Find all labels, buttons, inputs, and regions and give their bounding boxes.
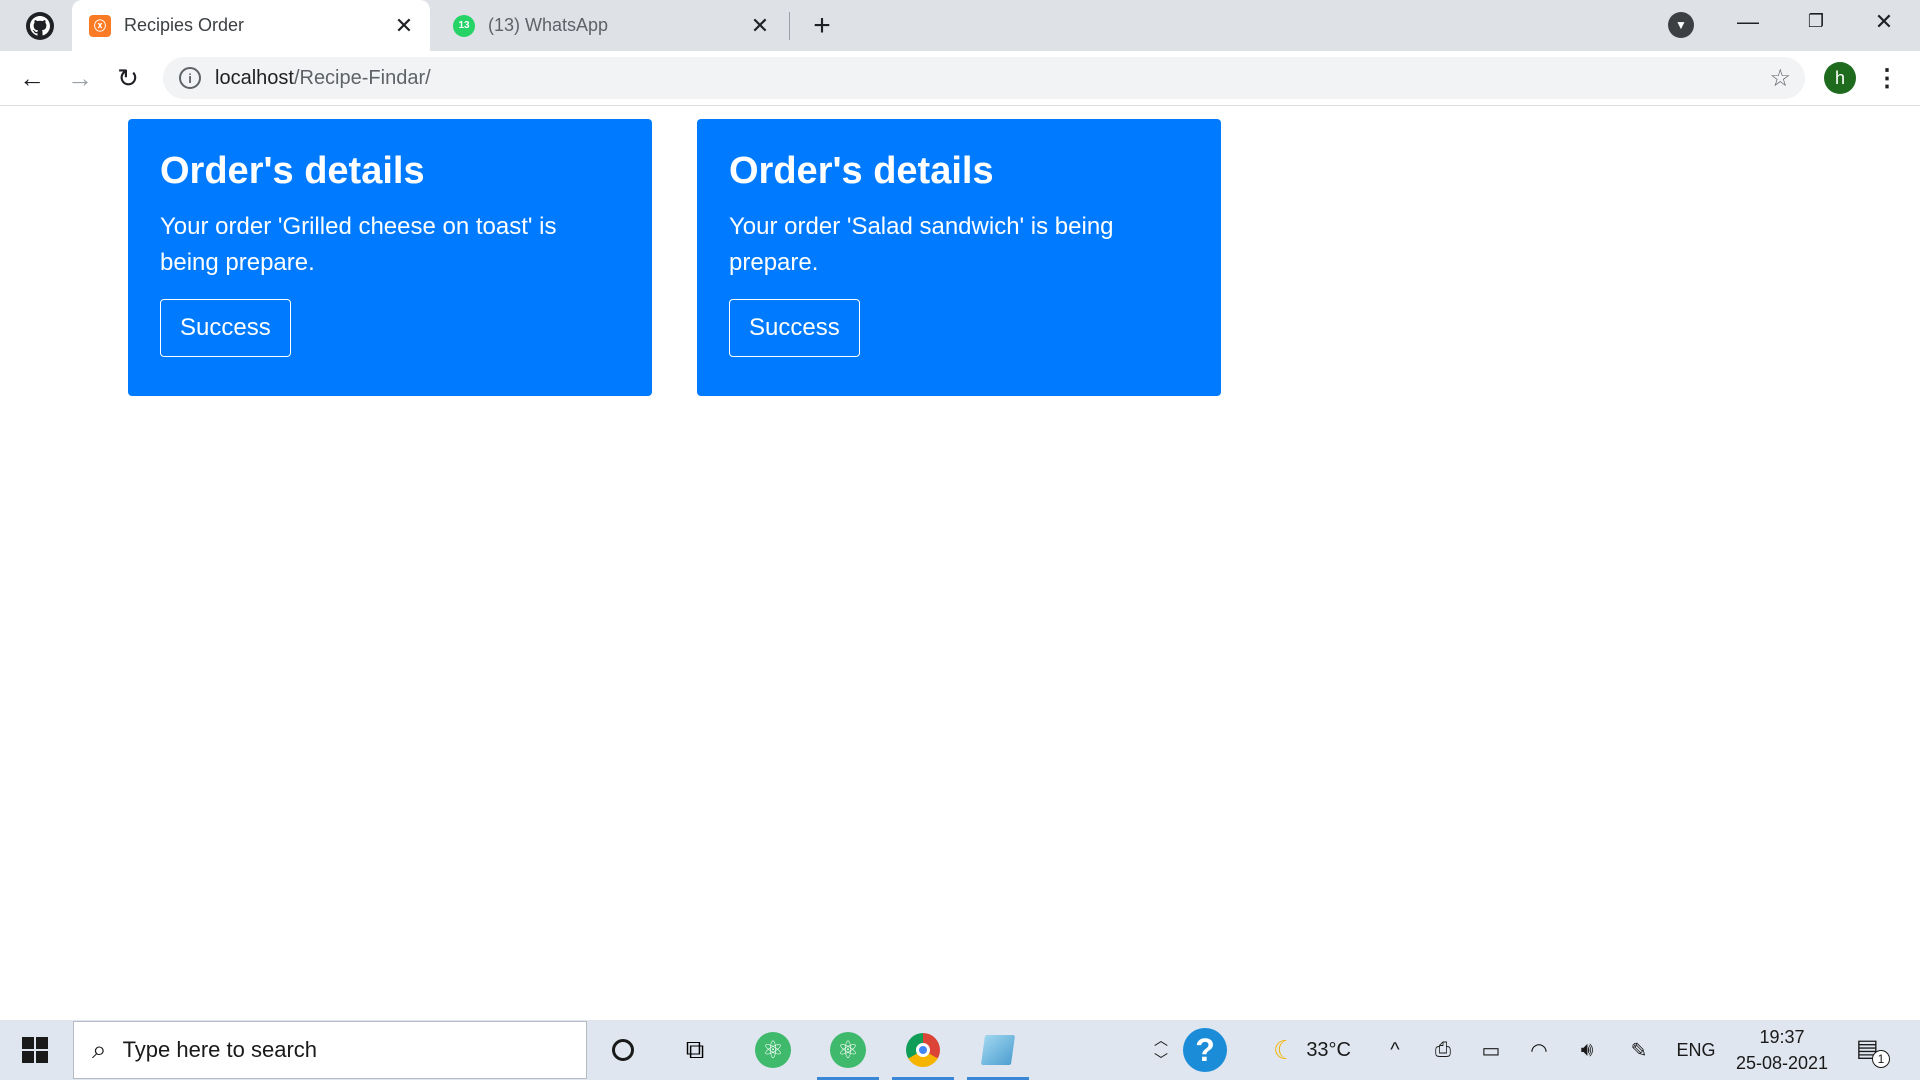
close-icon[interactable]: ✕ [390, 12, 418, 40]
tab-whatsapp[interactable]: 13 (13) WhatsApp ✕ [436, 0, 786, 51]
card-text: Your order 'Salad sandwich' is being pre… [729, 212, 1114, 276]
reload-button[interactable]: ↻ [109, 59, 147, 97]
cortana-button[interactable] [592, 1020, 654, 1080]
chevron-down-icon: ﹀ [1154, 1052, 1168, 1068]
weather-widget[interactable]: ☾ 33°C [1262, 1020, 1362, 1080]
tab-search-icon[interactable]: ▼ [1668, 12, 1694, 38]
close-window-button[interactable]: ✕ [1850, 0, 1918, 43]
menu-icon[interactable]: ⋮ [1872, 61, 1902, 95]
meet-now-icon[interactable]: ⎙ [1428, 1020, 1458, 1080]
info-icon[interactable]: i [179, 67, 201, 89]
search-placeholder: Type here to search [122, 1037, 318, 1062]
tab-divider [789, 12, 790, 40]
tab-strip: ⓧ Recipies Order ✕ 13 (13) WhatsApp ✕ + … [0, 0, 1920, 51]
clock-date: 25-08-2021 [1735, 1053, 1829, 1073]
tab-recipies-order[interactable]: ⓧ Recipies Order ✕ [72, 0, 430, 51]
language-indicator[interactable]: ENG [1672, 1020, 1720, 1080]
minimize-button[interactable]: — [1714, 0, 1782, 43]
taskbar-notes[interactable] [967, 1020, 1029, 1080]
help-button[interactable]: ? [1180, 1020, 1230, 1080]
windows-icon [22, 1037, 48, 1063]
card-text: Your order 'Grilled cheese on toast' is … [160, 212, 557, 276]
address-bar[interactable]: i localhost/Recipe-Findar/ ☆ [163, 57, 1805, 99]
new-tab-button[interactable]: + [806, 9, 838, 42]
atom-icon: ⚛ [830, 1032, 866, 1068]
battery-icon[interactable]: ▭ [1476, 1020, 1506, 1080]
url-host: localhost [215, 66, 294, 89]
task-view-button[interactable]: ⧉ [664, 1020, 726, 1080]
back-button[interactable]: ← [13, 59, 51, 97]
tab-title: Recipies Order [124, 15, 245, 35]
url-text[interactable]: localhost/Recipe-Findar/ [215, 67, 431, 90]
wifi-icon[interactable]: ◠ [1524, 1020, 1554, 1080]
clock[interactable]: 19:37 25-08-2021 [1730, 1020, 1834, 1080]
volume-icon[interactable]: 🔊︎ [1572, 1020, 1602, 1080]
url-path: /Recipe-Findar/ [293, 66, 431, 89]
screen: ⓧ Recipies Order ✕ 13 (13) WhatsApp ✕ + … [0, 0, 1920, 1080]
task-view-icon: ⧉ [685, 1034, 705, 1064]
bookmark-star-icon[interactable]: ☆ [1769, 64, 1791, 93]
chevron-up-icon: ︿ [1154, 1032, 1168, 1048]
notes-app-icon [980, 1035, 1016, 1065]
notification-center[interactable]: ▤ 1 [1856, 1034, 1890, 1068]
success-button[interactable]: Success [729, 298, 860, 357]
taskbar-search-input[interactable]: ⌕ Type here to search [73, 1021, 587, 1079]
taskbar-atom-1[interactable]: ⚛ [742, 1020, 804, 1080]
help-icon: ? [1183, 1028, 1227, 1072]
close-icon[interactable]: ✕ [746, 12, 774, 40]
cortana-icon [612, 1039, 634, 1061]
success-button[interactable]: Success [160, 298, 291, 357]
start-button[interactable] [0, 1020, 70, 1080]
taskbar-scroll[interactable]: ︿ ﹀ [1148, 1020, 1174, 1080]
weather-temp: 33°C [1306, 1038, 1351, 1061]
taskbar-chrome[interactable] [892, 1020, 954, 1080]
order-card: Order's details Your order 'Salad sandwi… [697, 119, 1221, 396]
xampp-icon: ⓧ [89, 14, 111, 37]
search-icon: ⌕ [92, 1034, 107, 1064]
tab-title: (13) WhatsApp [488, 15, 609, 35]
order-card: Order's details Your order 'Grilled chee… [128, 119, 652, 396]
whatsapp-icon: 13 [453, 14, 475, 37]
restore-button[interactable]: ❐ [1782, 0, 1850, 43]
show-hidden-icons[interactable]: ^ [1380, 1020, 1410, 1080]
taskbar: ⌕ Type here to search ⧉ ⚛ ⚛ ︿ ﹀ ? ☾ 33°C … [0, 1020, 1920, 1080]
clock-time: 19:37 [1759, 1027, 1805, 1047]
chrome-icon [906, 1033, 940, 1067]
weather-icon: ☾ [1273, 1034, 1297, 1065]
chevron-up-icon: ^ [1390, 1038, 1400, 1061]
card-title: Order's details [160, 150, 425, 192]
pen-icon[interactable]: ✎ [1624, 1020, 1654, 1080]
github-icon[interactable] [26, 12, 54, 40]
notification-badge: 1 [1872, 1050, 1890, 1068]
browser-toolbar: ← → ↻ i localhost/Recipe-Findar/ ☆ h ⋮ [0, 51, 1920, 106]
card-title: Order's details [729, 150, 994, 192]
forward-button[interactable]: → [61, 59, 99, 97]
taskbar-atom-2[interactable]: ⚛ [817, 1020, 879, 1080]
atom-icon: ⚛ [755, 1032, 791, 1068]
profile-avatar[interactable]: h [1824, 62, 1856, 94]
